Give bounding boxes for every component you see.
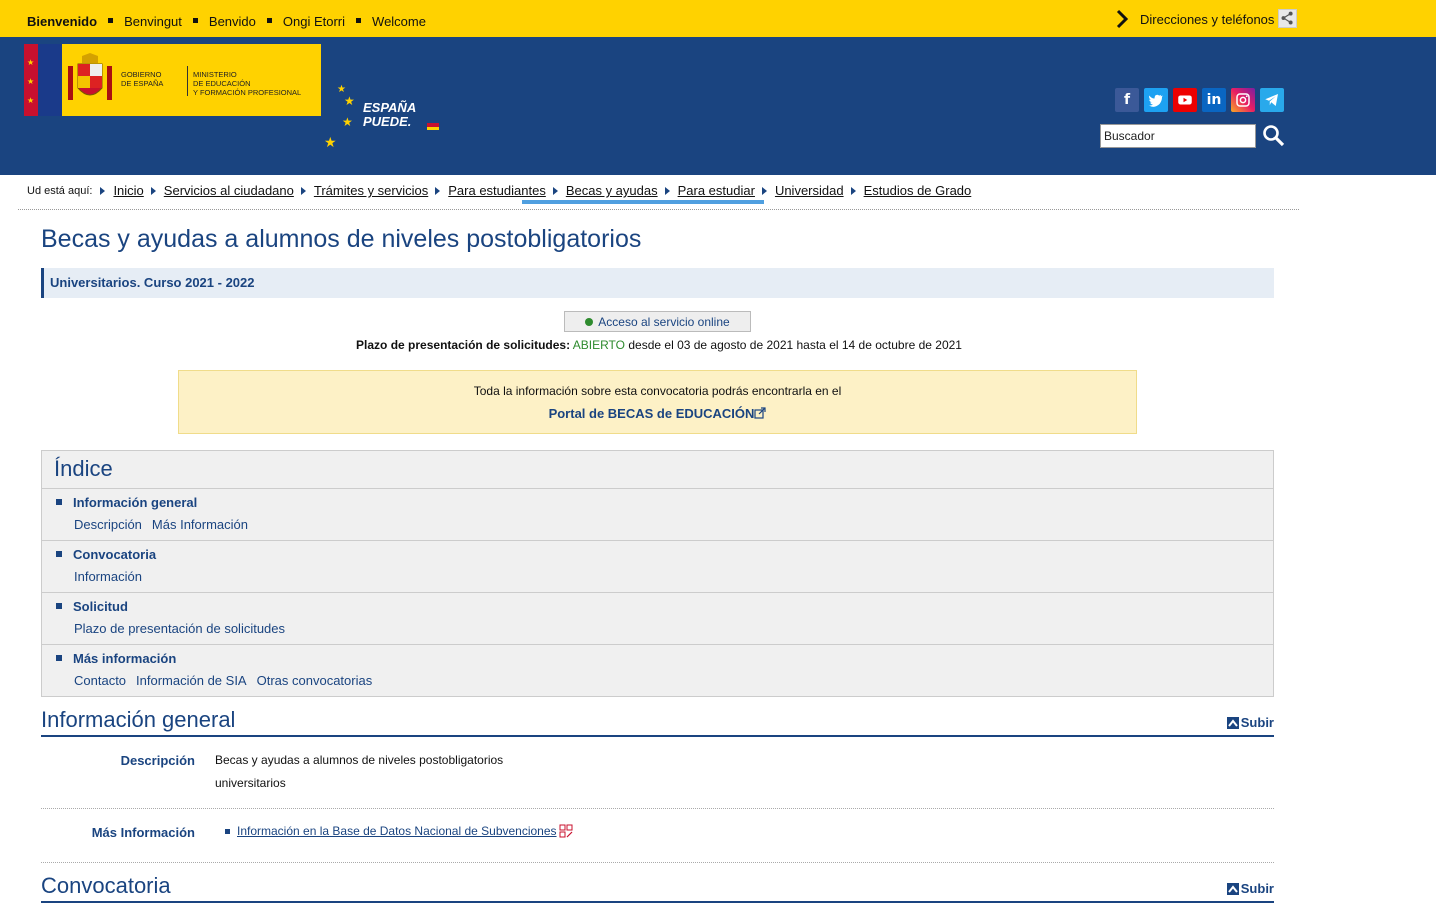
- breadcrumb-arrow-icon: [100, 186, 106, 195]
- search-input[interactable]: [1100, 124, 1256, 148]
- index-link-sia[interactable]: Información de SIA: [136, 673, 247, 688]
- facebook-icon[interactable]: f: [1115, 88, 1139, 112]
- divider: [18, 209, 1299, 210]
- notice-box: Toda la información sobre esta convocato…: [178, 370, 1137, 434]
- nav-prensa[interactable]: Prensa: [1021, 174, 1261, 204]
- breadcrumb-estudiantes[interactable]: Para estudiantes: [448, 183, 546, 198]
- government-logo[interactable]: ★ ★ ★ GOBIERNO DE ESPAÑA MINISTERIO DE E…: [24, 44, 321, 116]
- ministerio-text: MINISTERIO DE EDUCACIÓN Y FORMACIÓN PROF…: [193, 70, 302, 97]
- breadcrumb-arrow-icon: [850, 186, 856, 195]
- index-head-solicitud[interactable]: Solicitud: [73, 599, 128, 614]
- breadcrumb-arrow-icon: [300, 186, 306, 195]
- search-icon[interactable]: [1262, 124, 1286, 148]
- index-head-informacion-general[interactable]: Información general: [73, 495, 197, 510]
- breadcrumb-arrow-icon: [664, 186, 670, 195]
- bullet-icon: [56, 655, 62, 661]
- twitter-icon[interactable]: [1144, 88, 1168, 112]
- breadcrumb: Ud está aquí: Inicio Servicios al ciudad…: [27, 183, 971, 198]
- bdns-link[interactable]: Información en la Base de Datos Nacional…: [237, 824, 557, 838]
- bdns-link-item: Información en la Base de Datos Nacional…: [225, 824, 573, 838]
- page-subtitle: Universitarios. Curso 2021 - 2022: [41, 268, 1274, 298]
- section-header-convocatoria: Convocatoria Subir: [41, 873, 1274, 903]
- index-head-convocatoria[interactable]: Convocatoria: [73, 547, 156, 562]
- breadcrumb-arrow-icon: [761, 186, 767, 195]
- index-link-otras[interactable]: Otras convocatorias: [257, 673, 373, 688]
- divider: [41, 808, 1274, 809]
- site-header: ★ ★ ★ GOBIERNO DE ESPAÑA MINISTERIO DE E…: [0, 37, 1436, 204]
- bullet-icon: [56, 551, 62, 557]
- index-link-informacion[interactable]: Información: [74, 569, 142, 584]
- linkedin-icon[interactable]: in: [1202, 88, 1226, 112]
- breadcrumb-becas[interactable]: Becas y ayudas: [566, 183, 658, 198]
- section-title: Información general: [41, 707, 236, 732]
- index-section: Información general Descripción Más Info…: [42, 488, 1273, 540]
- lang-ca[interactable]: Benvingut: [124, 14, 182, 29]
- index-link-contacto[interactable]: Contacto: [74, 673, 126, 688]
- chevron-right-icon: [1116, 9, 1129, 29]
- directions-label: Direcciones y teléfonos: [1140, 11, 1275, 27]
- index-link-mas-informacion[interactable]: Más Información: [152, 517, 248, 532]
- page-title: Becas y ayudas a alumnos de niveles post…: [41, 225, 642, 253]
- breadcrumb-arrow-icon: [552, 186, 558, 195]
- section-title: Convocatoria: [41, 873, 171, 898]
- gobierno-text: GOBIERNO DE ESPAÑA: [121, 70, 164, 88]
- lang-gl[interactable]: Benvido: [209, 14, 256, 29]
- section-header-informacion-general: Información general Subir: [41, 707, 1274, 737]
- breadcrumb-label: Ud está aquí:: [27, 184, 93, 197]
- language-list: Bienvenido Benvingut Benvido Ongi Etorri…: [27, 14, 426, 29]
- status-dot-icon: [585, 317, 594, 326]
- instagram-icon[interactable]: [1231, 88, 1255, 112]
- index-section: Convocatoria Información: [42, 540, 1273, 592]
- directions-link[interactable]: Direcciones y teléfonos: [1113, 9, 1274, 29]
- bullet-icon: [225, 828, 230, 834]
- breadcrumb-arrow-icon: [150, 186, 156, 195]
- svg-text:★: ★: [344, 94, 355, 108]
- scroll-top-button[interactable]: Subir: [1226, 715, 1274, 730]
- index-title: Índice: [54, 456, 113, 481]
- social-links: f in: [1115, 88, 1284, 112]
- deadline-text: Plazo de presentación de solicitudes: AB…: [356, 338, 962, 352]
- index-box: Índice Información general Descripción M…: [41, 450, 1274, 697]
- index-link-plazo[interactable]: Plazo de presentación de solicitudes: [74, 621, 285, 636]
- mas-informacion-label: Más Información: [91, 825, 195, 840]
- descripcion-value: Becas y ayudas a alumnos de niveles post…: [215, 753, 504, 790]
- index-head-mas-informacion[interactable]: Más información: [73, 651, 176, 666]
- share-icon[interactable]: [1278, 9, 1297, 28]
- online-service-label: Acceso al servicio online: [598, 314, 730, 329]
- breadcrumb-servicios[interactable]: Servicios al ciudadano: [164, 183, 294, 198]
- index-section: Más información Contacto Información de …: [42, 644, 1273, 696]
- status-badge: ABIERTO: [572, 338, 626, 352]
- arrow-up-icon: [1226, 716, 1239, 729]
- becas-portal-link[interactable]: Portal de BECAS de EDUCACIÓN: [179, 406, 1136, 421]
- lang-eu[interactable]: Ongi Etorri: [283, 14, 345, 29]
- breadcrumb-grado[interactable]: Estudios de Grado: [864, 183, 972, 198]
- bullet-icon: [56, 499, 62, 505]
- telegram-icon[interactable]: [1260, 88, 1284, 112]
- bullet-icon: [56, 603, 62, 609]
- breadcrumb-estudiar[interactable]: Para estudiar: [678, 183, 755, 198]
- breadcrumb-inicio[interactable]: Inicio: [113, 183, 143, 198]
- breadcrumb-arrow-icon: [435, 186, 441, 195]
- lang-en[interactable]: Welcome: [372, 14, 426, 29]
- descripcion-label: Descripción: [120, 753, 195, 768]
- external-link-icon: [754, 407, 767, 419]
- coat-of-arms-icon: [68, 53, 112, 100]
- breadcrumb-tramites[interactable]: Trámites y servicios: [314, 183, 428, 198]
- online-service-button[interactable]: Acceso al servicio online: [564, 311, 751, 332]
- top-bar: Bienvenido Benvingut Benvido Ongi Etorri…: [0, 0, 1436, 37]
- divider: [41, 862, 1274, 863]
- scroll-top-button[interactable]: Subir: [1226, 881, 1274, 896]
- espana-puede-text: ESPAÑA PUEDE.: [363, 100, 417, 129]
- breadcrumb-universidad[interactable]: Universidad: [775, 183, 844, 198]
- svg-text:★: ★: [342, 115, 353, 129]
- svg-text:★: ★: [324, 134, 337, 150]
- external-link-icon: [559, 824, 573, 838]
- notice-text: Toda la información sobre esta convocato…: [473, 384, 842, 398]
- index-link-descripcion[interactable]: Descripción: [74, 517, 142, 532]
- lang-es[interactable]: Bienvenido: [27, 14, 97, 29]
- arrow-up-icon: [1226, 882, 1239, 895]
- index-section: Solicitud Plazo de presentación de solic…: [42, 592, 1273, 644]
- youtube-icon[interactable]: [1173, 88, 1197, 112]
